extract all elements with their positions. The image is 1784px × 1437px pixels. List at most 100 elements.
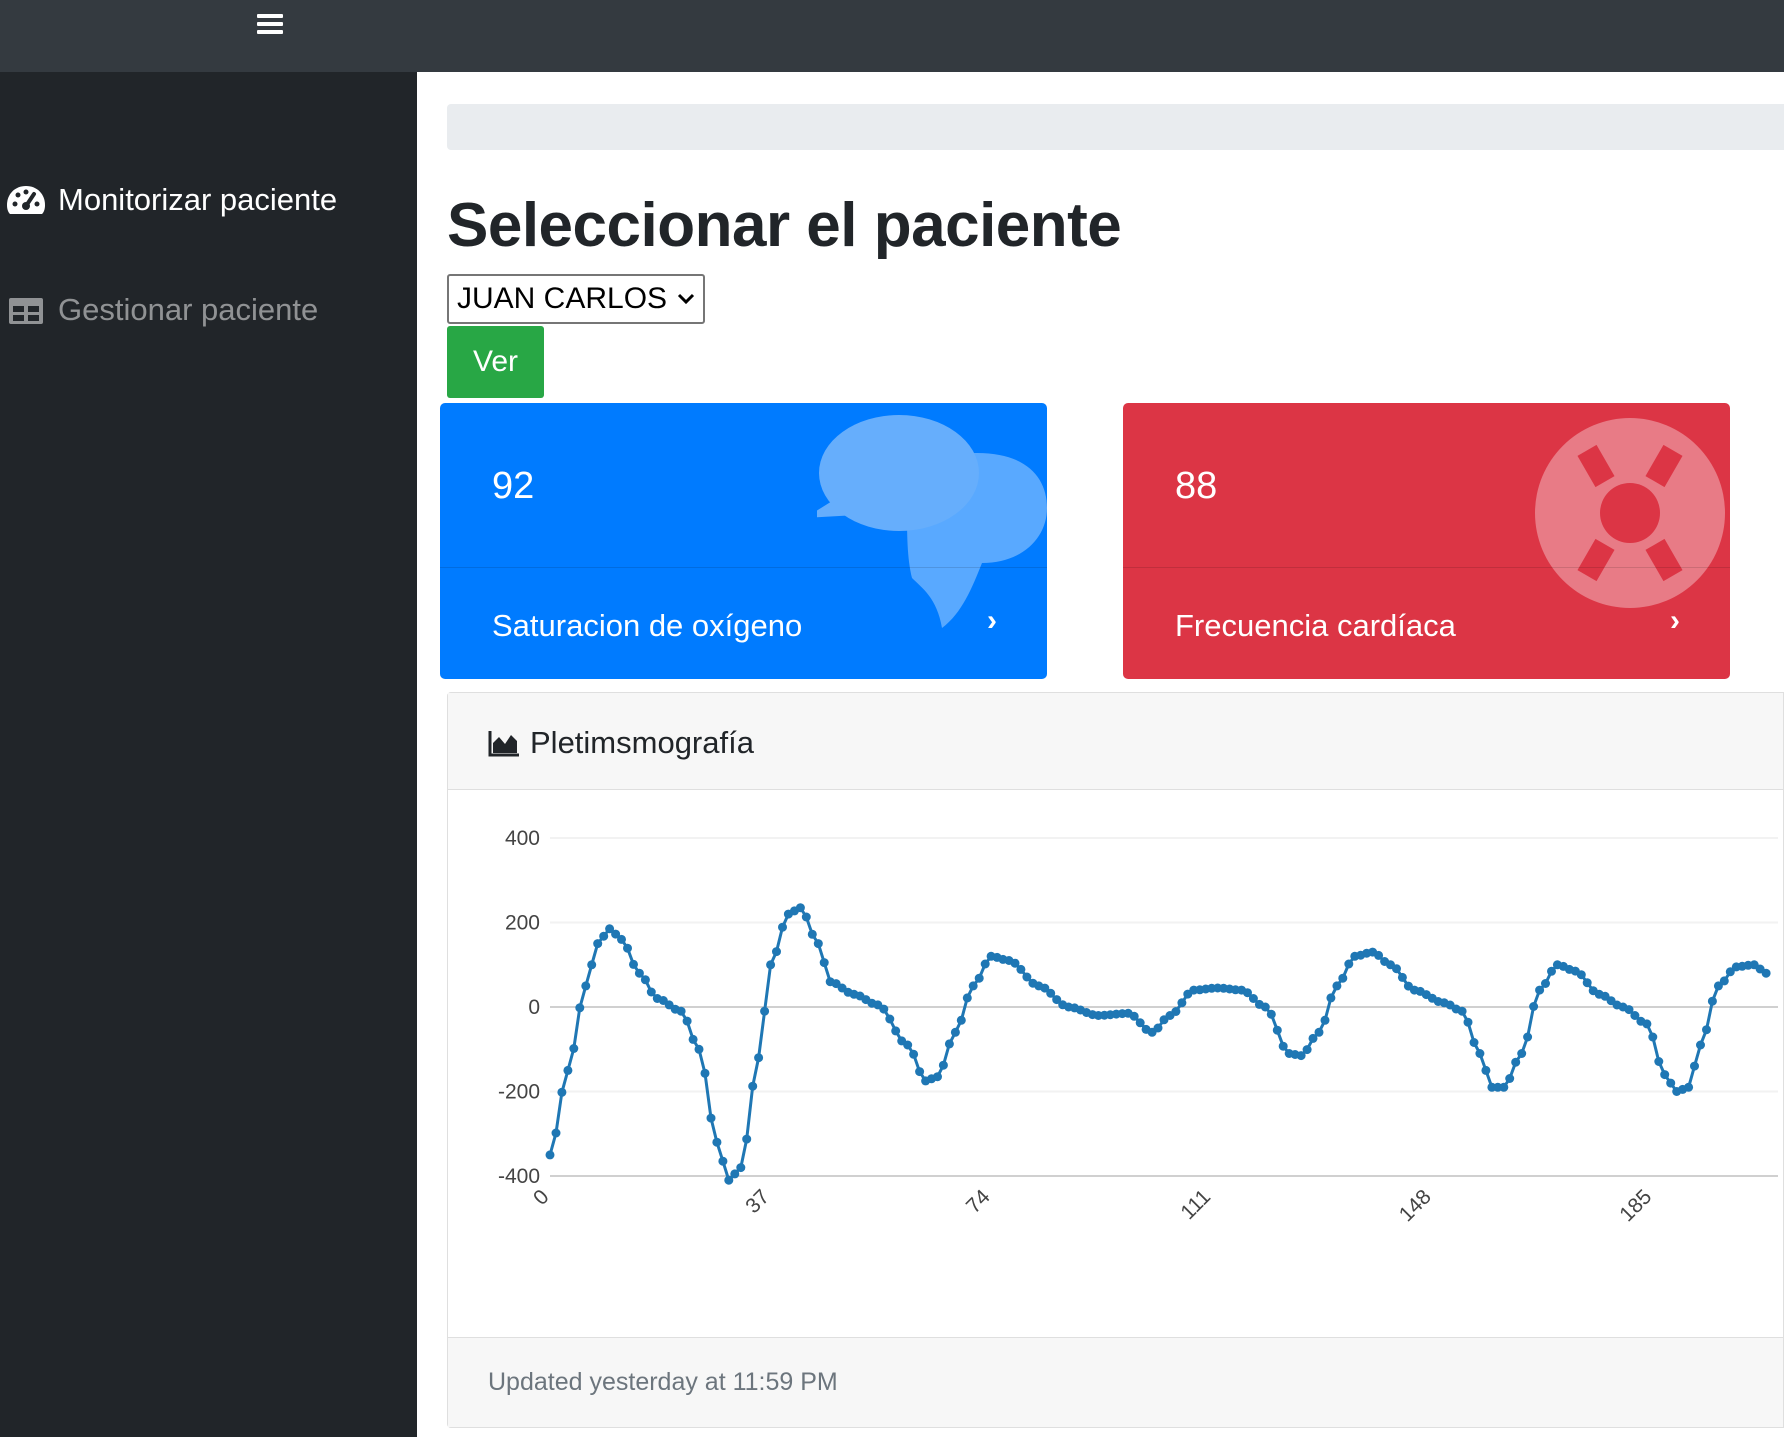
data-point bbox=[1576, 970, 1586, 980]
data-point bbox=[944, 1039, 954, 1049]
ver-button[interactable]: Ver bbox=[447, 326, 544, 398]
data-point bbox=[1523, 1032, 1533, 1042]
data-point bbox=[694, 1044, 704, 1054]
area-chart-icon bbox=[488, 731, 519, 757]
chevron-down-icon bbox=[677, 293, 695, 305]
data-point bbox=[557, 1087, 567, 1097]
data-point bbox=[891, 1026, 901, 1036]
data-point bbox=[581, 981, 591, 991]
data-point bbox=[1582, 978, 1592, 988]
chart-card-footer: Updated yesterday at 11:59 PM bbox=[448, 1337, 1783, 1427]
data-point bbox=[1469, 1038, 1479, 1047]
data-point bbox=[1153, 1023, 1163, 1033]
data-point bbox=[807, 929, 817, 939]
sidebar-item-monitorizar-paciente[interactable]: Monitorizar paciente bbox=[6, 182, 337, 218]
data-point bbox=[819, 958, 829, 968]
table-icon bbox=[9, 298, 43, 324]
data-point bbox=[915, 1067, 925, 1077]
data-point bbox=[593, 939, 603, 949]
data-point bbox=[1690, 1061, 1699, 1071]
data-point bbox=[813, 939, 823, 949]
data-point bbox=[909, 1049, 919, 1059]
data-point bbox=[1511, 1057, 1521, 1067]
data-point bbox=[1314, 1027, 1324, 1037]
x-tick-label: 74 bbox=[962, 1185, 995, 1218]
data-point bbox=[766, 960, 776, 970]
page-title: Seleccionar el paciente bbox=[447, 191, 1122, 260]
data-point bbox=[599, 931, 609, 941]
data-point bbox=[980, 959, 990, 969]
oxygen-saturation-details-link[interactable]: Saturacion de oxígeno › bbox=[440, 567, 1047, 679]
data-point bbox=[1654, 1057, 1664, 1066]
x-tick-label: 0 bbox=[529, 1185, 554, 1210]
data-point bbox=[1302, 1045, 1312, 1055]
heart-rate-card: 88 Frecuencia cardíaca › bbox=[1123, 403, 1730, 679]
top-navbar bbox=[0, 0, 1784, 72]
data-point bbox=[706, 1113, 716, 1123]
data-point bbox=[1397, 972, 1407, 982]
data-point bbox=[569, 1044, 579, 1053]
heart-rate-label: Frecuencia cardíaca bbox=[1175, 608, 1456, 643]
data-point bbox=[587, 960, 597, 970]
oxygen-saturation-card: 92 Saturacion de oxígeno › bbox=[440, 403, 1047, 679]
data-point bbox=[1481, 1065, 1491, 1075]
data-point bbox=[629, 959, 638, 969]
chart-body: 400 200 0 -200 -400 0 37 74 111 148 185 bbox=[448, 790, 1783, 1336]
sidebar-item-label: Monitorizar paciente bbox=[58, 182, 338, 217]
data-point bbox=[1260, 1002, 1270, 1012]
data-point bbox=[640, 975, 650, 985]
data-point bbox=[974, 973, 984, 983]
data-point bbox=[545, 1150, 555, 1160]
data-point bbox=[1392, 964, 1401, 974]
data-point bbox=[950, 1027, 960, 1037]
data-point bbox=[956, 1015, 966, 1025]
hamburger-icon[interactable] bbox=[253, 10, 287, 44]
data-point bbox=[933, 1072, 942, 1082]
data-point bbox=[718, 1156, 728, 1166]
breadcrumb bbox=[447, 104, 1784, 150]
data-point bbox=[772, 947, 781, 957]
data-point bbox=[903, 1040, 913, 1050]
data-point bbox=[801, 912, 811, 922]
data-point bbox=[1529, 1002, 1539, 1011]
sidebar-item-gestionar-paciente[interactable]: Gestionar paciente bbox=[6, 292, 318, 328]
data-point bbox=[1761, 968, 1771, 978]
data-point bbox=[1326, 993, 1336, 1003]
y-tick-label: 200 bbox=[505, 912, 540, 935]
plethysmography-card: Pletimsmografía 400 200 0 -200 -400 0 37 74 111 1… bbox=[447, 692, 1784, 1428]
data-point bbox=[1707, 996, 1717, 1006]
data-point bbox=[736, 1163, 746, 1173]
data-point bbox=[1642, 1019, 1652, 1029]
data-point bbox=[617, 934, 626, 944]
y-tick-label: -400 bbox=[498, 1165, 540, 1188]
x-tick-label: 111 bbox=[1176, 1185, 1215, 1224]
data-point bbox=[1475, 1049, 1485, 1058]
data-point bbox=[1648, 1032, 1658, 1042]
data-point bbox=[1266, 1009, 1276, 1019]
data-point bbox=[968, 981, 978, 991]
y-tick-label: 0 bbox=[528, 996, 540, 1019]
data-point bbox=[1541, 979, 1550, 988]
patient-select[interactable]: JUAN CARLOS bbox=[447, 274, 706, 324]
patient-select-value: JUAN CARLOS bbox=[457, 282, 668, 315]
chevron-right-icon: › bbox=[987, 604, 997, 637]
data-point bbox=[1278, 1041, 1288, 1051]
data-point bbox=[742, 1134, 752, 1144]
data-point bbox=[1660, 1070, 1670, 1080]
data-point bbox=[962, 993, 972, 1003]
data-point bbox=[688, 1034, 698, 1044]
data-point bbox=[760, 1006, 770, 1016]
oxygen-saturation-value: 92 bbox=[492, 465, 535, 507]
chevron-right-icon: › bbox=[1670, 604, 1680, 637]
chart-title: Pletimsmografía bbox=[530, 725, 754, 760]
updated-timestamp: Updated yesterday at 11:59 PM bbox=[488, 1368, 838, 1396]
data-point bbox=[938, 1060, 948, 1070]
y-tick-label: -200 bbox=[498, 1081, 540, 1104]
data-point bbox=[748, 1081, 758, 1091]
data-point bbox=[1320, 1015, 1330, 1025]
x-tick-label: 37 bbox=[741, 1185, 774, 1218]
data-point bbox=[1666, 1078, 1676, 1088]
data-point bbox=[1505, 1074, 1515, 1083]
heart-rate-details-link[interactable]: Frecuencia cardíaca › bbox=[1123, 567, 1730, 679]
series-line bbox=[548, 905, 1767, 1184]
